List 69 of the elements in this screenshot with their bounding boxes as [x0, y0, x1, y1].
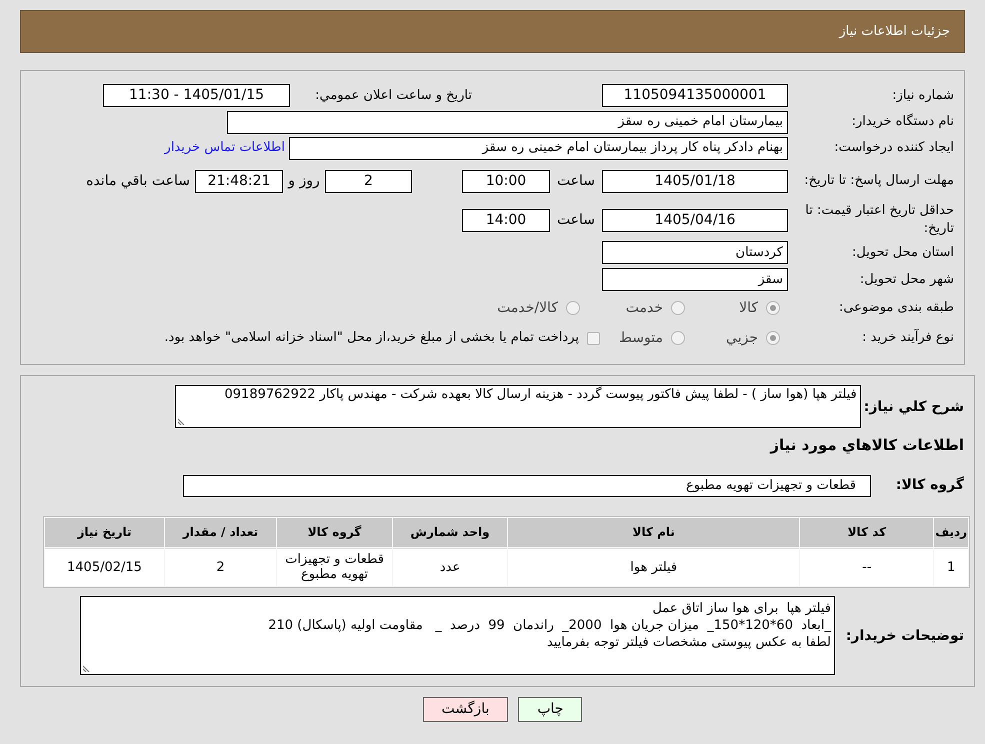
- notes-box[interactable]: فیلتر هپا برای هوا ساز اتاق عمل _ابعاد 60*120*150_ میزان جریان هوا 2000_ راندمان 99 درصد _ مقاومت اولیه (پاسکال) 210 لطفا به عکس پیوستی مشخصات فیلتر توجه بفرمایید: [80, 596, 835, 674]
- field-label: حداقل تاریخ اعتبار قیمت: تا تاریخ:: [804, 202, 955, 238]
- notes-line: فیلتر هپا برای هوا ساز اتاق عمل: [652, 600, 831, 616]
- text-field[interactable]: بهنام دادکر پناه کار پرداز بیمارستان امام خمینی ره سقز: [289, 136, 788, 160]
- text-field[interactable]: سقز: [602, 268, 788, 291]
- field-label: ساعت باقي مانده: [86, 172, 190, 190]
- column-header: تاریخ نیاز: [45, 518, 164, 546]
- text-field[interactable]: قطعات و تجهیزات تهویه مطبوع: [183, 474, 871, 496]
- text-field[interactable]: 1105094135000001: [602, 84, 788, 107]
- text-field[interactable]: کردستان: [602, 241, 788, 264]
- field-label: نام دستگاه خریدار:: [850, 113, 955, 131]
- option-label: خدمت: [626, 298, 663, 318]
- radio-button[interactable]: [671, 301, 685, 315]
- radio-button[interactable]: [671, 331, 685, 345]
- text-field[interactable]: 2: [325, 170, 412, 192]
- column-header: ردیف: [934, 518, 968, 546]
- column-header: واحد شمارش: [393, 518, 507, 546]
- table-cell: --: [800, 548, 934, 586]
- notes-line: _ابعاد 60*120*150_ میزان جریان هوا 2000_ راندمان 99 درصد _ مقاومت اولیه (پاسکال) 210: [267, 616, 831, 634]
- contact-link[interactable]: اطلاعات تماس خریدار: [164, 138, 285, 158]
- description-text: فیلتر هپا (هوا ساز ) - لطفا پیش فاکتور پیوست گردد - هزینه ارسال کالا بعهده شرکت - مهندس پاکار 09189762922: [224, 387, 857, 402]
- field-label: تاریخ و ساعت اعلان عمومي:: [314, 86, 472, 105]
- field-label: ساعت: [556, 172, 596, 190]
- table-cell: 1: [934, 548, 968, 586]
- radio-button[interactable]: [566, 301, 580, 315]
- text-field[interactable]: 14:00: [462, 208, 550, 232]
- radio-button[interactable]: [766, 331, 780, 345]
- column-header: تعداد / مقدار: [164, 518, 276, 546]
- resize-grip-icon[interactable]: [83, 664, 91, 672]
- field-label: روز و: [286, 172, 321, 190]
- resize-grip-icon[interactable]: [178, 417, 186, 425]
- option-label: جزیي: [726, 328, 758, 348]
- text-field[interactable]: 10:00: [462, 170, 550, 192]
- table-cell: قطعات و تجهیزات تهویه مطبوع: [277, 548, 392, 586]
- column-header: گروه کالا: [277, 518, 392, 546]
- field-label: گروه کالا:: [894, 475, 965, 495]
- option-label: متوسط: [619, 328, 663, 348]
- option-label: کالا: [739, 298, 758, 318]
- print-button[interactable]: چاپ: [518, 697, 582, 722]
- table-cell: 2: [164, 548, 276, 586]
- table-cell: 1405/02/15: [45, 548, 164, 586]
- field-label: ساعت: [556, 210, 596, 230]
- table-cell: فیلتر هوا: [508, 548, 800, 586]
- notes-line: لطفا به عکس پیوستی مشخصات فیلتر توجه بفرمایید: [546, 634, 831, 650]
- field-label: شرح کلي نیاز:: [864, 398, 965, 417]
- description-box[interactable]: فیلتر هپا (هوا ساز ) - لطفا پیش فاکتور پیوست گردد - هزینه ارسال کالا بعهده شرکت - مهندس پاکار 09189762922: [174, 385, 861, 428]
- field-label: توضیحات خریدار:: [844, 626, 965, 646]
- option-label: کالا/خدمت: [497, 298, 558, 318]
- text-field[interactable]: 1405/01/18: [602, 170, 788, 192]
- countdown-field[interactable]: 21:48:21: [195, 170, 283, 192]
- column-header: نام کالا: [508, 518, 800, 546]
- field-label: طبقه بندی موضوعی:: [838, 299, 955, 317]
- treasury-note: پرداخت تمام یا بخشی از مبلغ خرید،از محل "اسناد خزانه اسلامی" خواهد بود.: [164, 329, 579, 348]
- back-button[interactable]: بازگشت: [422, 697, 508, 722]
- field-label: نوع فرآیند خرید :: [861, 329, 955, 347]
- table-cell: عدد: [393, 548, 508, 586]
- checkbox[interactable]: [587, 332, 600, 344]
- field-label: استان محل تحویل:: [851, 244, 955, 262]
- column-header: کد کالا: [800, 518, 934, 546]
- text-field[interactable]: 1405/04/16: [602, 208, 788, 232]
- text-field[interactable]: 1405/01/15 - 11:30: [103, 84, 290, 107]
- text-field[interactable]: بیمارستان امام خمینی ره سقز: [227, 110, 788, 134]
- radio-button[interactable]: [766, 301, 780, 315]
- field-label: شهر محل تحویل:: [858, 270, 955, 288]
- field-label: شماره نیاز:: [891, 86, 955, 104]
- field-label: ایجاد کننده درخواست:: [833, 139, 955, 157]
- section-heading: اطلاعات کالاهاي مورد نیاز: [768, 435, 965, 456]
- field-label: مهلت ارسال پاسخ: تا تاریخ:: [803, 172, 955, 190]
- page-title: جزئیات اطلاعات نیاز: [839, 22, 950, 41]
